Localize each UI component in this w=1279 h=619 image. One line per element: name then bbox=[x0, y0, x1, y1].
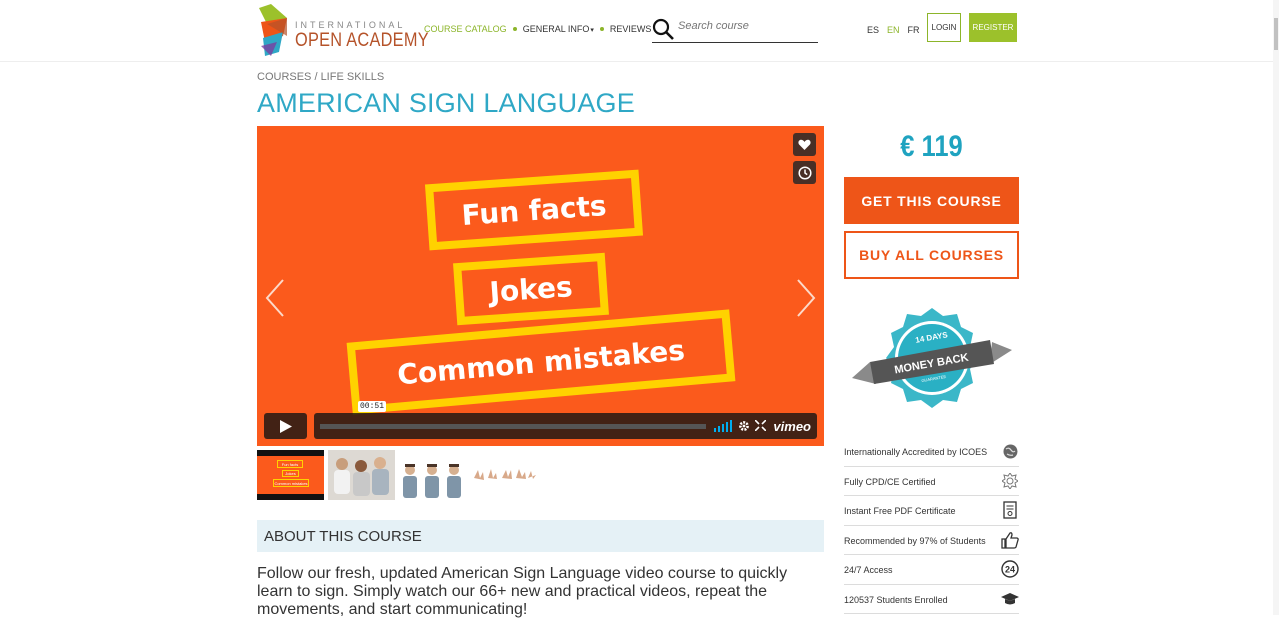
feature-label: Instant Free PDF Certificate bbox=[844, 506, 956, 516]
clock-icon bbox=[797, 165, 812, 180]
get-course-button[interactable]: GET THIS COURSE bbox=[844, 177, 1019, 224]
about-title: ABOUT THIS COURSE bbox=[264, 528, 422, 545]
chevron-right-icon[interactable] bbox=[794, 278, 818, 318]
like-button[interactable] bbox=[793, 133, 816, 156]
feature-item: Instant Free PDF Certificate bbox=[844, 496, 1019, 526]
slide-thumbnail[interactable]: Fun facts Jokes Common mistakes bbox=[257, 450, 324, 500]
control-bar: 00:51 vimeo bbox=[314, 401, 817, 439]
player-controls: 00:51 vimeo bbox=[264, 401, 817, 439]
heart-icon bbox=[798, 139, 811, 150]
nav-separator-dot bbox=[512, 27, 517, 31]
play-icon bbox=[279, 419, 292, 433]
watch-later-button[interactable] bbox=[793, 161, 816, 184]
students-thumbnail[interactable] bbox=[328, 450, 395, 500]
play-button[interactable] bbox=[264, 413, 307, 439]
feature-item: Internationally Accredited by ICOES bbox=[844, 437, 1019, 467]
thumbnail-line-box: Common mistakes bbox=[273, 479, 309, 487]
lang-es[interactable]: ES bbox=[867, 25, 879, 35]
slide-line-text: Common mistakes bbox=[395, 332, 687, 392]
chevron-left-icon[interactable] bbox=[263, 278, 287, 318]
feature-label: Internationally Accredited by ICOES bbox=[844, 447, 988, 457]
scrollbar-thumb[interactable] bbox=[1274, 18, 1278, 50]
feature-label: 120537 Students Enrolled bbox=[844, 594, 948, 605]
nav-reviews[interactable]: REVIEWS bbox=[610, 24, 652, 34]
video-thumbnail-strip: Fun facts Jokes Common mistakes bbox=[257, 450, 537, 500]
students-photo-image bbox=[328, 450, 395, 500]
slide-line-text: Fun facts bbox=[460, 188, 608, 232]
nav-general-info[interactable]: GENERAL INFO▾ bbox=[523, 24, 594, 34]
nav-course-catalog[interactable]: COURSE CATALOG bbox=[424, 24, 507, 34]
svg-text:24: 24 bbox=[1005, 565, 1015, 575]
login-button[interactable]: LOGIN bbox=[927, 13, 961, 42]
page-scrollbar[interactable] bbox=[1273, 0, 1279, 615]
site-logo[interactable]: INTERNATIONAL OPEN ACADEMY bbox=[257, 2, 429, 58]
search-input[interactable] bbox=[678, 20, 816, 32]
seal-icon bbox=[1001, 472, 1019, 490]
sign-demo-thumbnail[interactable] bbox=[399, 450, 466, 500]
globe-icon bbox=[1001, 442, 1019, 460]
hand-signs-image bbox=[474, 469, 536, 480]
course-features-list: Internationally Accredited by ICOES Full… bbox=[844, 437, 1019, 614]
money-back-guarantee-badge: 14 DAYS MONEY BACK GUARANTEE bbox=[852, 308, 1012, 408]
buy-all-courses-button[interactable]: BUY ALL COURSES bbox=[844, 231, 1019, 279]
timecode: 00:51 bbox=[358, 401, 387, 412]
vimeo-logo[interactable]: vimeo bbox=[773, 419, 811, 434]
feature-label: Fully CPD/CE Certified bbox=[844, 476, 936, 487]
breadcrumb[interactable]: COURSES / LIFE SKILLS bbox=[257, 71, 384, 83]
thumbnail-line-box: Jokes bbox=[282, 470, 299, 477]
nav-separator-dot bbox=[599, 27, 604, 31]
course-price: € 119 bbox=[900, 130, 963, 163]
nav-general-info-label: GENERAL INFO bbox=[522, 24, 590, 34]
logo-text-top: INTERNATIONAL bbox=[295, 20, 406, 30]
slide-line-box: Fun facts bbox=[424, 169, 644, 251]
lang-en[interactable]: EN bbox=[887, 25, 900, 35]
clock-24-icon: 24 bbox=[1001, 560, 1019, 578]
slide-line-box: Jokes bbox=[453, 252, 609, 326]
feature-item: Fully CPD/CE Certified bbox=[844, 467, 1019, 496]
thumbs-up-icon bbox=[1001, 531, 1019, 549]
feature-item: 120537 Students Enrolled bbox=[844, 585, 1019, 614]
course-description: Follow our fresh, updated American Sign … bbox=[257, 565, 788, 618]
fullscreen-icon[interactable] bbox=[755, 420, 766, 431]
feature-label: Recommended by 97% of Students bbox=[844, 535, 986, 546]
sign-demo-image bbox=[403, 464, 461, 498]
progress-bar[interactable] bbox=[320, 424, 706, 429]
graduation-cap-icon bbox=[1001, 590, 1019, 608]
logo-mark-icon bbox=[259, 4, 287, 56]
about-section-header: ABOUT THIS COURSE bbox=[257, 520, 824, 552]
gear-icon[interactable] bbox=[738, 420, 750, 432]
register-button[interactable]: REGISTER bbox=[969, 13, 1017, 42]
certificate-icon bbox=[1001, 501, 1019, 519]
slide-line-text: Jokes bbox=[488, 269, 574, 309]
thumbnail-line-box: Fun facts bbox=[277, 460, 303, 468]
logo-text-bottom: OPEN ACADEMY bbox=[295, 30, 429, 51]
lang-fr[interactable]: FR bbox=[908, 25, 920, 35]
search-box bbox=[652, 16, 818, 43]
page-title: AMERICAN SIGN LANGUAGE bbox=[257, 88, 635, 118]
search-icon[interactable] bbox=[652, 18, 674, 40]
hand-signs-thumbnail[interactable] bbox=[470, 450, 537, 500]
main-nav: COURSE CATALOG GENERAL INFO▾ REVIEWS bbox=[424, 24, 651, 34]
video-player[interactable]: Fun facts Jokes Common mistakes 00:51 vi… bbox=[257, 126, 824, 446]
feature-item: 24/7 Access 24 bbox=[844, 555, 1019, 585]
caret-down-icon: ▾ bbox=[590, 27, 594, 34]
slide-line-box: Common mistakes bbox=[346, 309, 736, 415]
language-switcher: ES EN FR bbox=[867, 25, 920, 35]
volume-icon[interactable] bbox=[714, 420, 732, 432]
feature-label: 24/7 Access bbox=[844, 565, 893, 575]
feature-item: Recommended by 97% of Students bbox=[844, 526, 1019, 555]
site-header: INTERNATIONAL OPEN ACADEMY COURSE CATALO… bbox=[0, 0, 1279, 62]
